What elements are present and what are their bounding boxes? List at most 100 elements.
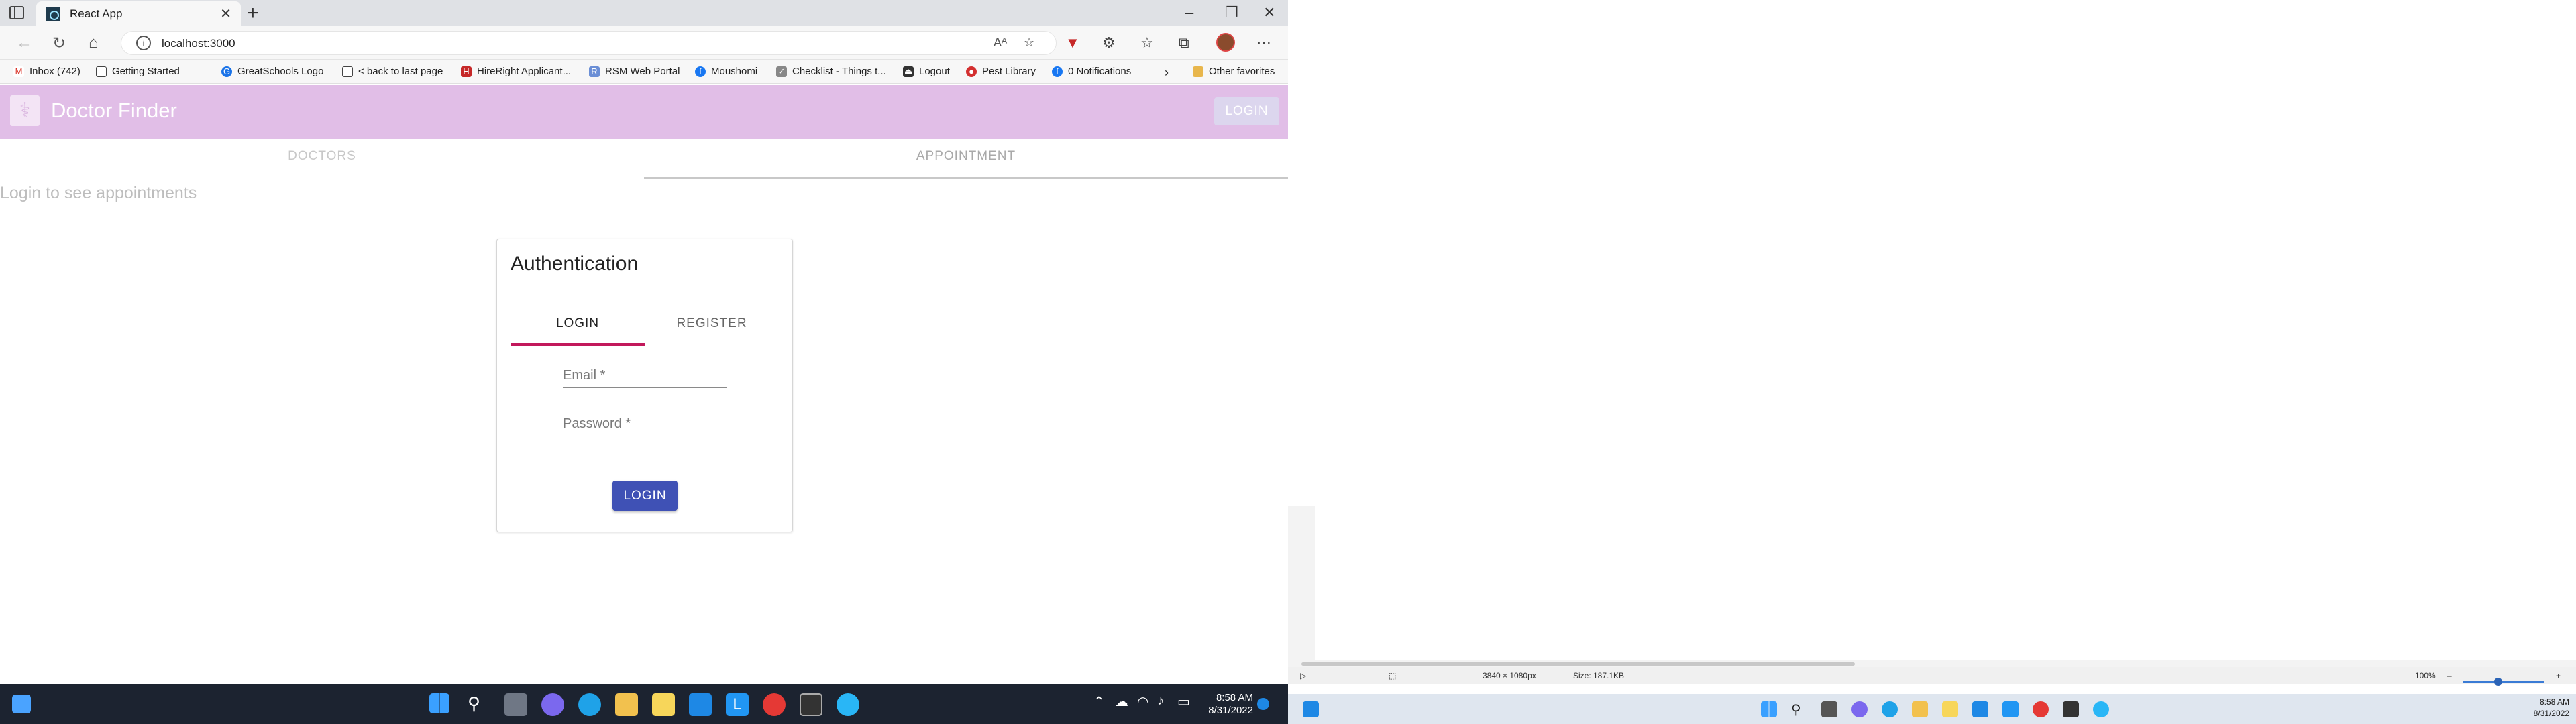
address-bar-row: ← ↻ ⌂ i localhost:3000 Aᴬ ☆ ▼ ⚙ ☆ ⧉ ⋯ xyxy=(0,26,1288,60)
favorite-item[interactable]: M Inbox (742) xyxy=(13,66,80,77)
notification-icon[interactable] xyxy=(1257,698,1269,710)
app-title: Doctor Finder xyxy=(51,99,177,122)
sticky-notes-icon[interactable] xyxy=(652,693,675,716)
zoom-out-icon[interactable]: – xyxy=(2447,671,2452,680)
gmail-icon: M xyxy=(13,66,24,77)
search-icon[interactable]: ⚲ xyxy=(468,693,490,716)
edge-icon[interactable] xyxy=(578,693,601,716)
zoom-slider-thumb[interactable] xyxy=(2494,678,2502,686)
favorite-item[interactable]: H HireRight Applicant... xyxy=(461,66,571,77)
lync-icon[interactable]: L xyxy=(726,693,749,716)
file-explorer-icon[interactable] xyxy=(1912,701,1928,717)
email-field[interactable]: Email * xyxy=(563,364,727,388)
extensions-icon[interactable]: ⚙ xyxy=(1102,34,1116,52)
folder-icon xyxy=(1193,66,1203,77)
password-field[interactable]: Password * xyxy=(563,412,727,436)
password-label: Password * xyxy=(563,416,631,431)
browser-tab[interactable]: React App ✕ xyxy=(36,1,241,26)
favorites-icon[interactable]: ☆ xyxy=(1140,34,1154,52)
facebook-icon: f xyxy=(1052,66,1063,77)
auth-tab-indicator xyxy=(511,343,645,346)
tab-actions-icon[interactable] xyxy=(9,6,24,19)
widgets-icon[interactable] xyxy=(12,695,31,713)
site-info-icon[interactable]: i xyxy=(136,36,151,50)
wifi-icon[interactable]: ◠ xyxy=(1137,693,1160,716)
facebook-icon: f xyxy=(695,66,706,77)
favorite-item[interactable]: < back to last page xyxy=(342,66,443,77)
favorite-item[interactable]: R RSM Web Portal xyxy=(589,66,680,77)
browser-icon[interactable] xyxy=(2093,701,2109,717)
tab-appointment[interactable]: APPOINTMENT xyxy=(644,149,1288,164)
more-menu-icon[interactable]: ⋯ xyxy=(1256,34,1271,52)
extension-icon[interactable]: ▼ xyxy=(1065,34,1080,52)
header-login-button[interactable]: LOGIN xyxy=(1214,97,1279,125)
favorite-item[interactable]: f0 Notifications xyxy=(1052,66,1131,77)
secondary-taskbar-time[interactable]: 8:58 AM xyxy=(2509,697,2569,707)
minimize-icon[interactable]: – xyxy=(1185,4,1193,21)
login-submit-button[interactable]: LOGIN xyxy=(612,481,678,511)
horizontal-scrollbar[interactable] xyxy=(1301,662,1855,666)
terminal-icon[interactable] xyxy=(2063,701,2079,717)
other-favorites[interactable]: Other favorites xyxy=(1193,66,1275,77)
zoom-in-icon[interactable]: + xyxy=(2556,671,2561,680)
task-view-icon[interactable] xyxy=(1821,701,1837,717)
selection-icon[interactable]: ⬚ xyxy=(1389,671,1396,680)
favorite-item[interactable]: ✓ Checklist - Things t... xyxy=(776,66,886,77)
favorite-item[interactable]: ⏏ Logout xyxy=(903,66,950,77)
address-bar[interactable]: i localhost:3000 Aᴬ ☆ xyxy=(121,31,1057,55)
windows-start-icon[interactable] xyxy=(1761,701,1777,717)
taskbar-time[interactable]: 8:58 AM xyxy=(1173,692,1253,703)
tab-register[interactable]: REGISTER xyxy=(645,316,779,331)
profile-avatar[interactable] xyxy=(1216,33,1235,52)
browser-icon[interactable] xyxy=(837,693,859,716)
restore-icon[interactable]: ❐ xyxy=(1225,4,1238,21)
close-tab-icon[interactable]: ✕ xyxy=(220,5,231,22)
tray-chevron-icon[interactable]: ⌃ xyxy=(1093,693,1116,716)
react-favicon-icon xyxy=(46,6,60,21)
collections-icon[interactable]: ⧉ xyxy=(1179,34,1189,52)
chevron-right-icon[interactable]: › xyxy=(1165,66,1169,80)
terminal-icon[interactable] xyxy=(800,693,822,716)
new-tab-icon[interactable]: + xyxy=(247,3,259,23)
tab-indicator xyxy=(644,177,1288,179)
sticky-notes-icon[interactable] xyxy=(1942,701,1958,717)
chrome-icon[interactable] xyxy=(763,693,786,716)
window-close-icon[interactable]: ✕ xyxy=(1263,4,1275,21)
tab-doctors[interactable]: DOCTORS xyxy=(0,149,644,164)
add-favorite-icon[interactable]: ☆ xyxy=(1024,36,1034,50)
chrome-icon[interactable] xyxy=(2033,701,2049,717)
file-explorer-icon[interactable] xyxy=(615,693,638,716)
favorite-item[interactable]: ● Pest Library xyxy=(966,66,1036,77)
home-icon[interactable]: ⌂ xyxy=(89,34,99,52)
favorite-item[interactable]: f Moushomi xyxy=(695,66,757,77)
taskbar-date[interactable]: 8/31/2022 xyxy=(1173,705,1253,716)
windows-start-icon[interactable] xyxy=(429,693,449,713)
secondary-taskbar-date[interactable]: 8/31/2022 xyxy=(2509,709,2569,718)
viewer-status-bar: ▷ ⬚ 3840 × 1080px Size: 187.1KB 100% – + xyxy=(1288,667,2576,684)
tab-login[interactable]: LOGIN xyxy=(511,316,645,331)
favorite-item[interactable]: G GreatSchools Logo xyxy=(221,66,323,77)
mail-icon[interactable] xyxy=(1972,701,1988,717)
chat-icon[interactable] xyxy=(1851,701,1868,717)
image-size: Size: 187.1KB xyxy=(1573,671,1625,680)
lync-icon[interactable] xyxy=(2002,701,2019,717)
search-icon[interactable]: ⚲ xyxy=(1791,701,1807,717)
checklist-icon: ✓ xyxy=(776,66,787,77)
cloud-icon[interactable]: ☁ xyxy=(1115,693,1138,716)
greatschools-icon: G xyxy=(221,66,232,77)
edge-icon[interactable] xyxy=(1882,701,1898,717)
auth-dialog: Authentication LOGIN REGISTER Email * Pa… xyxy=(496,239,793,532)
refresh-icon[interactable]: ↻ xyxy=(52,34,66,53)
read-aloud-icon[interactable]: Aᴬ xyxy=(994,36,1007,50)
url-text: localhost:3000 xyxy=(162,37,235,50)
zoom-slider[interactable] xyxy=(2463,681,2544,683)
back-icon[interactable]: ← xyxy=(16,34,32,52)
pointer-icon[interactable]: ▷ xyxy=(1300,671,1306,680)
task-view-icon[interactable] xyxy=(504,693,527,716)
caduceus-logo-icon: ⚕ xyxy=(10,95,40,126)
chat-icon[interactable] xyxy=(541,693,564,716)
mail-icon[interactable] xyxy=(689,693,712,716)
widgets-icon[interactable] xyxy=(1303,701,1319,717)
secondary-taskbar: ⚲ 8:58 AM 8/31/2022 xyxy=(1288,694,2576,724)
favorite-item[interactable]: Getting Started xyxy=(96,66,180,77)
